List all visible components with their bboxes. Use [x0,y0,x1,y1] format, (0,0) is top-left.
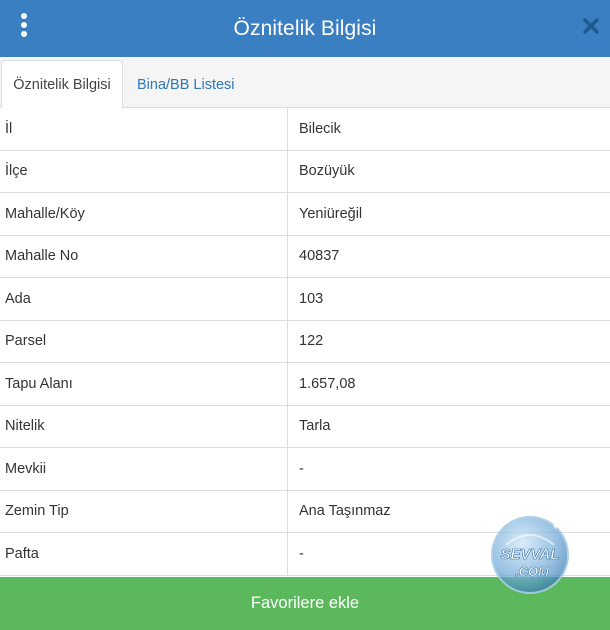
table-row: Parsel 122 [0,320,610,363]
table-row: İl Bilecik [0,108,610,151]
attribute-value: - [299,460,304,477]
attribute-key: Tapu Alanı [0,363,288,405]
attribute-value: Bozüyük [299,163,355,180]
attribute-key: Ada [0,278,288,320]
attribute-value: Bilecik [299,120,341,137]
tab-oznitelik-bilgisi[interactable]: Öznitelik Bilgisi [1,60,123,109]
tab-bina-bb-listesi[interactable]: Bina/BB Listesi [137,60,235,109]
attribute-key: İlçe [0,150,288,192]
attribute-value: 40837 [299,248,340,265]
attribute-value: 103 [299,290,324,307]
attribute-key: Zemin Tip [0,490,288,532]
attribute-value: Tarla [299,418,331,435]
table-row: Mevkii - [0,448,610,491]
table-row: İlçe Bozüyük [0,150,610,193]
table-row: Ada 103 [0,278,610,321]
attribute-table: İl Bilecik İlçe Bozüyük Mahalle/Köy Yeni… [0,108,610,576]
vertical-dots-icon [21,13,27,19]
menu-button[interactable] [12,11,36,39]
attribute-key: Mevkii [0,448,288,490]
attribute-value: - [299,545,304,562]
attribute-key: Nitelik [0,405,288,447]
table-row: Mahalle No 40837 [0,235,610,278]
dialog-title: Öznitelik Bilgisi [233,17,377,40]
attribute-value: Ana Taşınmaz [299,503,391,520]
attribute-key: Pafta [0,533,288,575]
table-row: Pafta - [0,533,610,576]
add-to-favorites-button[interactable]: Favorilere ekle [0,577,610,630]
table-row: Mahalle/Köy Yeniüreğil [0,193,610,236]
attribute-value: Yeniüreğil [299,205,363,222]
attribute-key: İl [0,108,288,150]
attribute-key: Mahalle No [0,235,288,277]
attribute-key: Mahalle/Köy [0,193,288,235]
table-row: Tapu Alanı 1.657,08 [0,363,610,406]
attribute-key: Parsel [0,320,288,362]
close-icon [583,18,599,34]
table-row: Zemin Tip Ana Taşınmaz [0,490,610,533]
dialog-header: Öznitelik Bilgisi [0,0,610,57]
attribute-value: 122 [299,333,324,350]
attribute-value: 1.657,08 [299,375,356,392]
tab-bar: Öznitelik Bilgisi Bina/BB Listesi [0,57,610,109]
close-button[interactable] [580,14,602,38]
table-row: Nitelik Tarla [0,405,610,448]
